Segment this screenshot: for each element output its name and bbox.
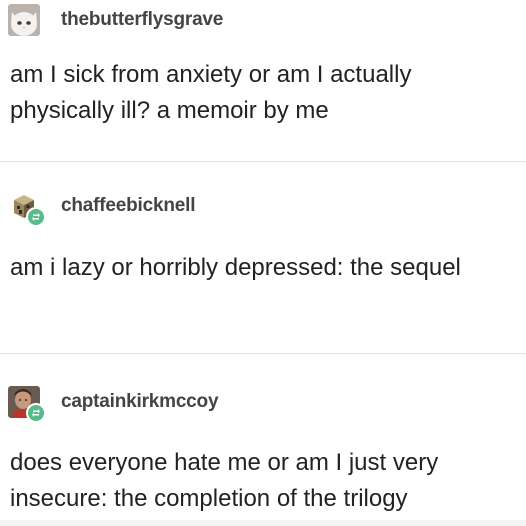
avatar-chaffeebicknell[interactable] bbox=[8, 190, 46, 227]
post-divider bbox=[0, 353, 526, 354]
post-header: thebutterflysgrave bbox=[8, 4, 223, 36]
post-text: am i lazy or horribly depressed: the seq… bbox=[10, 254, 461, 281]
reblog-icon bbox=[26, 207, 46, 227]
post-text: does everyone hate me or am I just very … bbox=[10, 449, 439, 512]
username-link[interactable]: chaffeebicknell bbox=[61, 195, 195, 217]
post-divider bbox=[0, 161, 526, 162]
avatar-thebutterflysgrave[interactable] bbox=[8, 4, 40, 36]
post-text: am I sick from anxiety or am I actually … bbox=[10, 61, 412, 124]
reblog-icon bbox=[26, 403, 46, 423]
post-header: captainkirkmccoy bbox=[8, 386, 219, 423]
username-link[interactable]: captainkirkmccoy bbox=[61, 391, 219, 413]
avatar-captainkirkmccoy[interactable] bbox=[8, 386, 46, 423]
username-link[interactable]: thebutterflysgrave bbox=[61, 9, 223, 31]
white-cat-avatar-icon bbox=[8, 4, 40, 36]
post-header: chaffeebicknell bbox=[8, 190, 195, 227]
bottom-edge bbox=[0, 520, 526, 526]
